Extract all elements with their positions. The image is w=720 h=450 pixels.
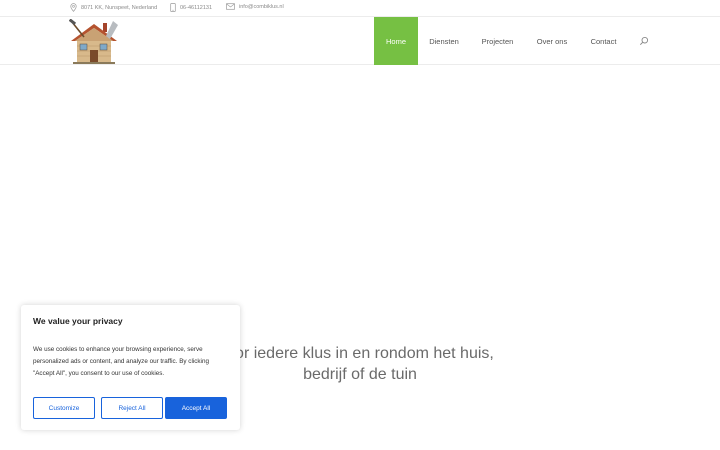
page: 8071 KK, Nunspeet, Nederland 06-46112131… bbox=[0, 0, 720, 450]
reject-all-button[interactable]: Reject All bbox=[101, 397, 163, 419]
main-nav: Home Diensten Projecten Over ons Contact bbox=[374, 17, 628, 65]
nav-item-label: Home bbox=[385, 36, 406, 46]
cookie-consent-banner: We value your privacy We use cookies to … bbox=[21, 305, 240, 430]
address-contact: 8071 KK, Nunspeet, Nederland bbox=[70, 3, 157, 12]
nav-item-projecten[interactable]: Projecten bbox=[470, 17, 525, 65]
mail-icon bbox=[226, 3, 235, 10]
accept-all-button[interactable]: Accept All bbox=[165, 397, 227, 419]
nav-item-contact[interactable]: Contact bbox=[579, 17, 628, 65]
email-text[interactable]: info@combiklus.nl bbox=[239, 4, 284, 10]
phone-text[interactable]: 06-46112131 bbox=[180, 5, 212, 11]
header: Home Diensten Projecten Over ons Contact bbox=[0, 17, 720, 65]
email-contact[interactable]: info@combiklus.nl bbox=[226, 3, 284, 10]
hero-heading: oor iedere klus in en rondom het huis, b… bbox=[200, 343, 520, 385]
nav-item-label: Contact bbox=[590, 36, 617, 46]
nav-item-label: Over ons bbox=[536, 36, 568, 46]
logo-house-icon[interactable] bbox=[69, 19, 119, 65]
nav-item-label: Projecten bbox=[481, 36, 514, 46]
nav-item-over-ons[interactable]: Over ons bbox=[525, 17, 579, 65]
topbar: 8071 KK, Nunspeet, Nederland 06-46112131… bbox=[0, 0, 720, 17]
phone-contact[interactable]: 06-46112131 bbox=[170, 3, 212, 12]
hero-heading-line-1: oor iedere klus in en rondom het huis, bbox=[226, 345, 494, 362]
customize-button[interactable]: Customize bbox=[33, 397, 95, 419]
search-icon[interactable] bbox=[639, 36, 649, 46]
nav-item-home[interactable]: Home bbox=[374, 17, 418, 65]
nav-item-label: Diensten bbox=[429, 36, 459, 46]
address-text: 8071 KK, Nunspeet, Nederland bbox=[81, 4, 158, 11]
location-pin-icon bbox=[70, 3, 77, 12]
cookie-title: We value your privacy bbox=[33, 316, 123, 326]
hero-heading-line-2: bedrijf of de tuin bbox=[303, 366, 417, 383]
nav-item-diensten[interactable]: Diensten bbox=[418, 17, 470, 65]
phone-icon bbox=[170, 3, 176, 12]
cookie-description: We use cookies to enhance your browsing … bbox=[33, 346, 209, 377]
